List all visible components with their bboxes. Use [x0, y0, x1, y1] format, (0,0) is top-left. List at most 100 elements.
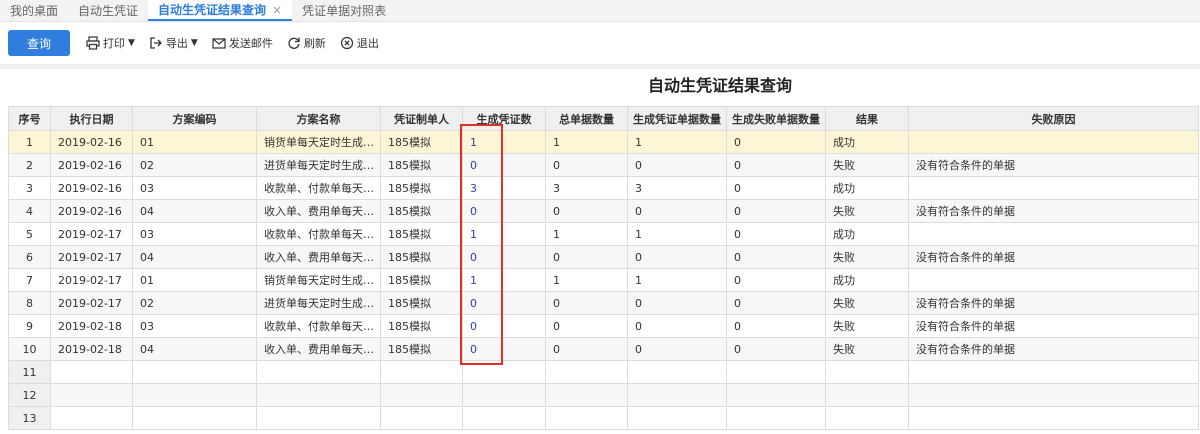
table-cell: 185模拟 — [380, 245, 463, 269]
export-button[interactable]: 导出 ▼ — [149, 35, 198, 51]
print-button[interactable]: 打印 ▼ — [86, 35, 135, 51]
table-cell — [545, 383, 628, 407]
query-button[interactable]: 查询 — [8, 30, 70, 56]
table-cell: 1 — [627, 130, 727, 154]
mail-icon — [212, 38, 226, 49]
table-cell — [462, 383, 546, 407]
table-cell: 5 — [8, 222, 51, 246]
table-cell: 0 — [545, 153, 628, 177]
table-cell: 0 — [545, 337, 628, 361]
table-cell: 185模拟 — [380, 314, 463, 338]
column-header[interactable]: 生成凭证数 — [462, 106, 546, 131]
table-cell: 成功 — [825, 130, 909, 154]
column-header[interactable]: 失败原因 — [908, 106, 1199, 131]
table-row[interactable]: 9 2019-02-18 03 收款单、付款单每天… 185模拟 0 0 0 0 失败 没有符合条件… — [8, 314, 1199, 338]
table-cell: 2 — [8, 153, 51, 177]
table-cell: 3 — [8, 176, 51, 200]
table-row[interactable]: 4 2019-02-16 04 收入单、费用单每天… 185模拟 0 0 0 0 失败 没有符合条件… — [8, 199, 1199, 223]
table-row[interactable]: 7 2019-02-17 01 销货单每天定时生成… 185模拟 1 1 1 0 成功 — [8, 268, 1199, 292]
table-cell: 失败 — [825, 245, 909, 269]
table-row[interactable]: 8 2019-02-17 02 进货单每天定时生成… 185模拟 0 0 0 0 失败 没有符合条件… — [8, 291, 1199, 315]
tab-voucher-result-query[interactable]: 自动生凭证结果查询 × — [148, 0, 293, 21]
table-cell: 185模拟 — [380, 222, 463, 246]
table-row[interactable]: 2 2019-02-16 02 进货单每天定时生成… 185模拟 0 0 0 0 失败 没有符合条件… — [8, 153, 1199, 177]
table-cell: 销货单每天定时生成… — [256, 130, 381, 154]
table-cell: 0 — [726, 337, 826, 361]
table-row[interactable]: 3 2019-02-16 03 收款单、付款单每天… 185模拟 3 3 3 0 成功 — [8, 176, 1199, 200]
table-cell: 04 — [132, 337, 257, 361]
column-header[interactable]: 生成失败单据数量 — [726, 106, 826, 131]
table-cell — [627, 383, 727, 407]
exit-label: 退出 — [356, 37, 379, 50]
table-cell: 失败 — [825, 291, 909, 315]
table-row-empty[interactable]: 11 — [8, 360, 1199, 384]
tab-auto-voucher[interactable]: 自动生凭证 — [68, 0, 148, 21]
table-cell: 3 — [627, 176, 727, 200]
table-cell — [545, 406, 628, 430]
table-cell — [627, 360, 727, 384]
table-cell: 收入单、费用单每天… — [256, 245, 381, 269]
table-cell: 03 — [132, 222, 257, 246]
table-cell: 收款单、付款单每天… — [256, 222, 381, 246]
table-cell: 1 — [8, 130, 51, 154]
table-cell: 0 — [545, 245, 628, 269]
table-cell: 2019-02-17 — [50, 245, 133, 269]
export-icon — [150, 37, 162, 49]
table-cell — [50, 383, 133, 407]
table-cell: 0 — [726, 176, 826, 200]
close-icon[interactable]: × — [272, 3, 282, 17]
table-row[interactable]: 1 2019-02-16 01 销货单每天定时生成… 185模拟 1 1 1 0 成功 — [8, 130, 1199, 154]
send-email-button[interactable]: 发送邮件 — [212, 35, 273, 51]
column-header[interactable]: 生成凭证单据数量 — [627, 106, 727, 131]
table-row[interactable]: 10 2019-02-18 04 收入单、费用单每天… 185模拟 0 0 0 0 失败 没有符合条… — [8, 337, 1199, 361]
table-cell: 1 — [545, 130, 628, 154]
table-cell: 0 — [462, 199, 546, 223]
column-header[interactable]: 序号 — [8, 106, 51, 131]
send-email-label: 发送邮件 — [228, 37, 273, 50]
table-cell: 失败 — [825, 337, 909, 361]
table-cell: 0 — [726, 130, 826, 154]
exit-button[interactable]: 退出 — [340, 35, 379, 51]
table-cell: 0 — [726, 245, 826, 269]
column-header[interactable]: 执行日期 — [50, 106, 133, 131]
table-row[interactable]: 6 2019-02-17 04 收入单、费用单每天… 185模拟 0 0 0 0 失败 没有符合条件… — [8, 245, 1199, 269]
result-grid: 序号 执行日期 方案编码 方案名称 凭证制单人 生成凭证数 总单据数量 生成凭证… — [8, 106, 1199, 430]
table-cell: 04 — [132, 245, 257, 269]
table-cell: 0 — [627, 337, 727, 361]
table-cell — [825, 360, 909, 384]
chevron-down-icon: ▼ — [128, 38, 135, 48]
table-cell: 失败 — [825, 199, 909, 223]
table-cell — [50, 406, 133, 430]
table-cell — [256, 383, 381, 407]
table-cell: 销货单每天定时生成… — [256, 268, 381, 292]
table-row[interactable]: 5 2019-02-17 03 收款单、付款单每天… 185模拟 1 1 1 0 成功 — [8, 222, 1199, 246]
table-cell: 0 — [462, 337, 546, 361]
table-cell — [132, 383, 257, 407]
table-cell: 2019-02-16 — [50, 199, 133, 223]
column-header[interactable]: 方案编码 — [132, 106, 257, 131]
table-row-empty[interactable]: 13 — [8, 406, 1199, 430]
table-cell: 13 — [8, 406, 51, 430]
column-header[interactable]: 总单据数量 — [545, 106, 628, 131]
grid-body: 1 2019-02-16 01 销货单每天定时生成… 185模拟 1 1 1 0 成功 2 2019-… — [8, 130, 1199, 430]
tab-my-desktop[interactable]: 我的桌面 — [0, 0, 68, 21]
column-header[interactable]: 结果 — [825, 106, 909, 131]
tab-voucher-doc-mapping[interactable]: 凭证单据对照表 — [292, 0, 396, 21]
table-cell: 收入单、费用单每天… — [256, 199, 381, 223]
table-cell: 0 — [627, 199, 727, 223]
table-cell: 8 — [8, 291, 51, 315]
table-cell: 0 — [462, 153, 546, 177]
column-header[interactable]: 方案名称 — [256, 106, 381, 131]
table-row-empty[interactable]: 12 — [8, 383, 1199, 407]
table-cell — [726, 360, 826, 384]
refresh-icon — [288, 37, 300, 49]
table-cell: 04 — [132, 199, 257, 223]
column-header[interactable]: 凭证制单人 — [380, 106, 463, 131]
printer-icon — [86, 36, 100, 50]
table-cell — [825, 406, 909, 430]
table-cell — [908, 176, 1199, 200]
table-cell: 02 — [132, 291, 257, 315]
table-cell: 0 — [627, 153, 727, 177]
refresh-button[interactable]: 刷新 — [287, 35, 326, 51]
table-cell: 0 — [462, 291, 546, 315]
